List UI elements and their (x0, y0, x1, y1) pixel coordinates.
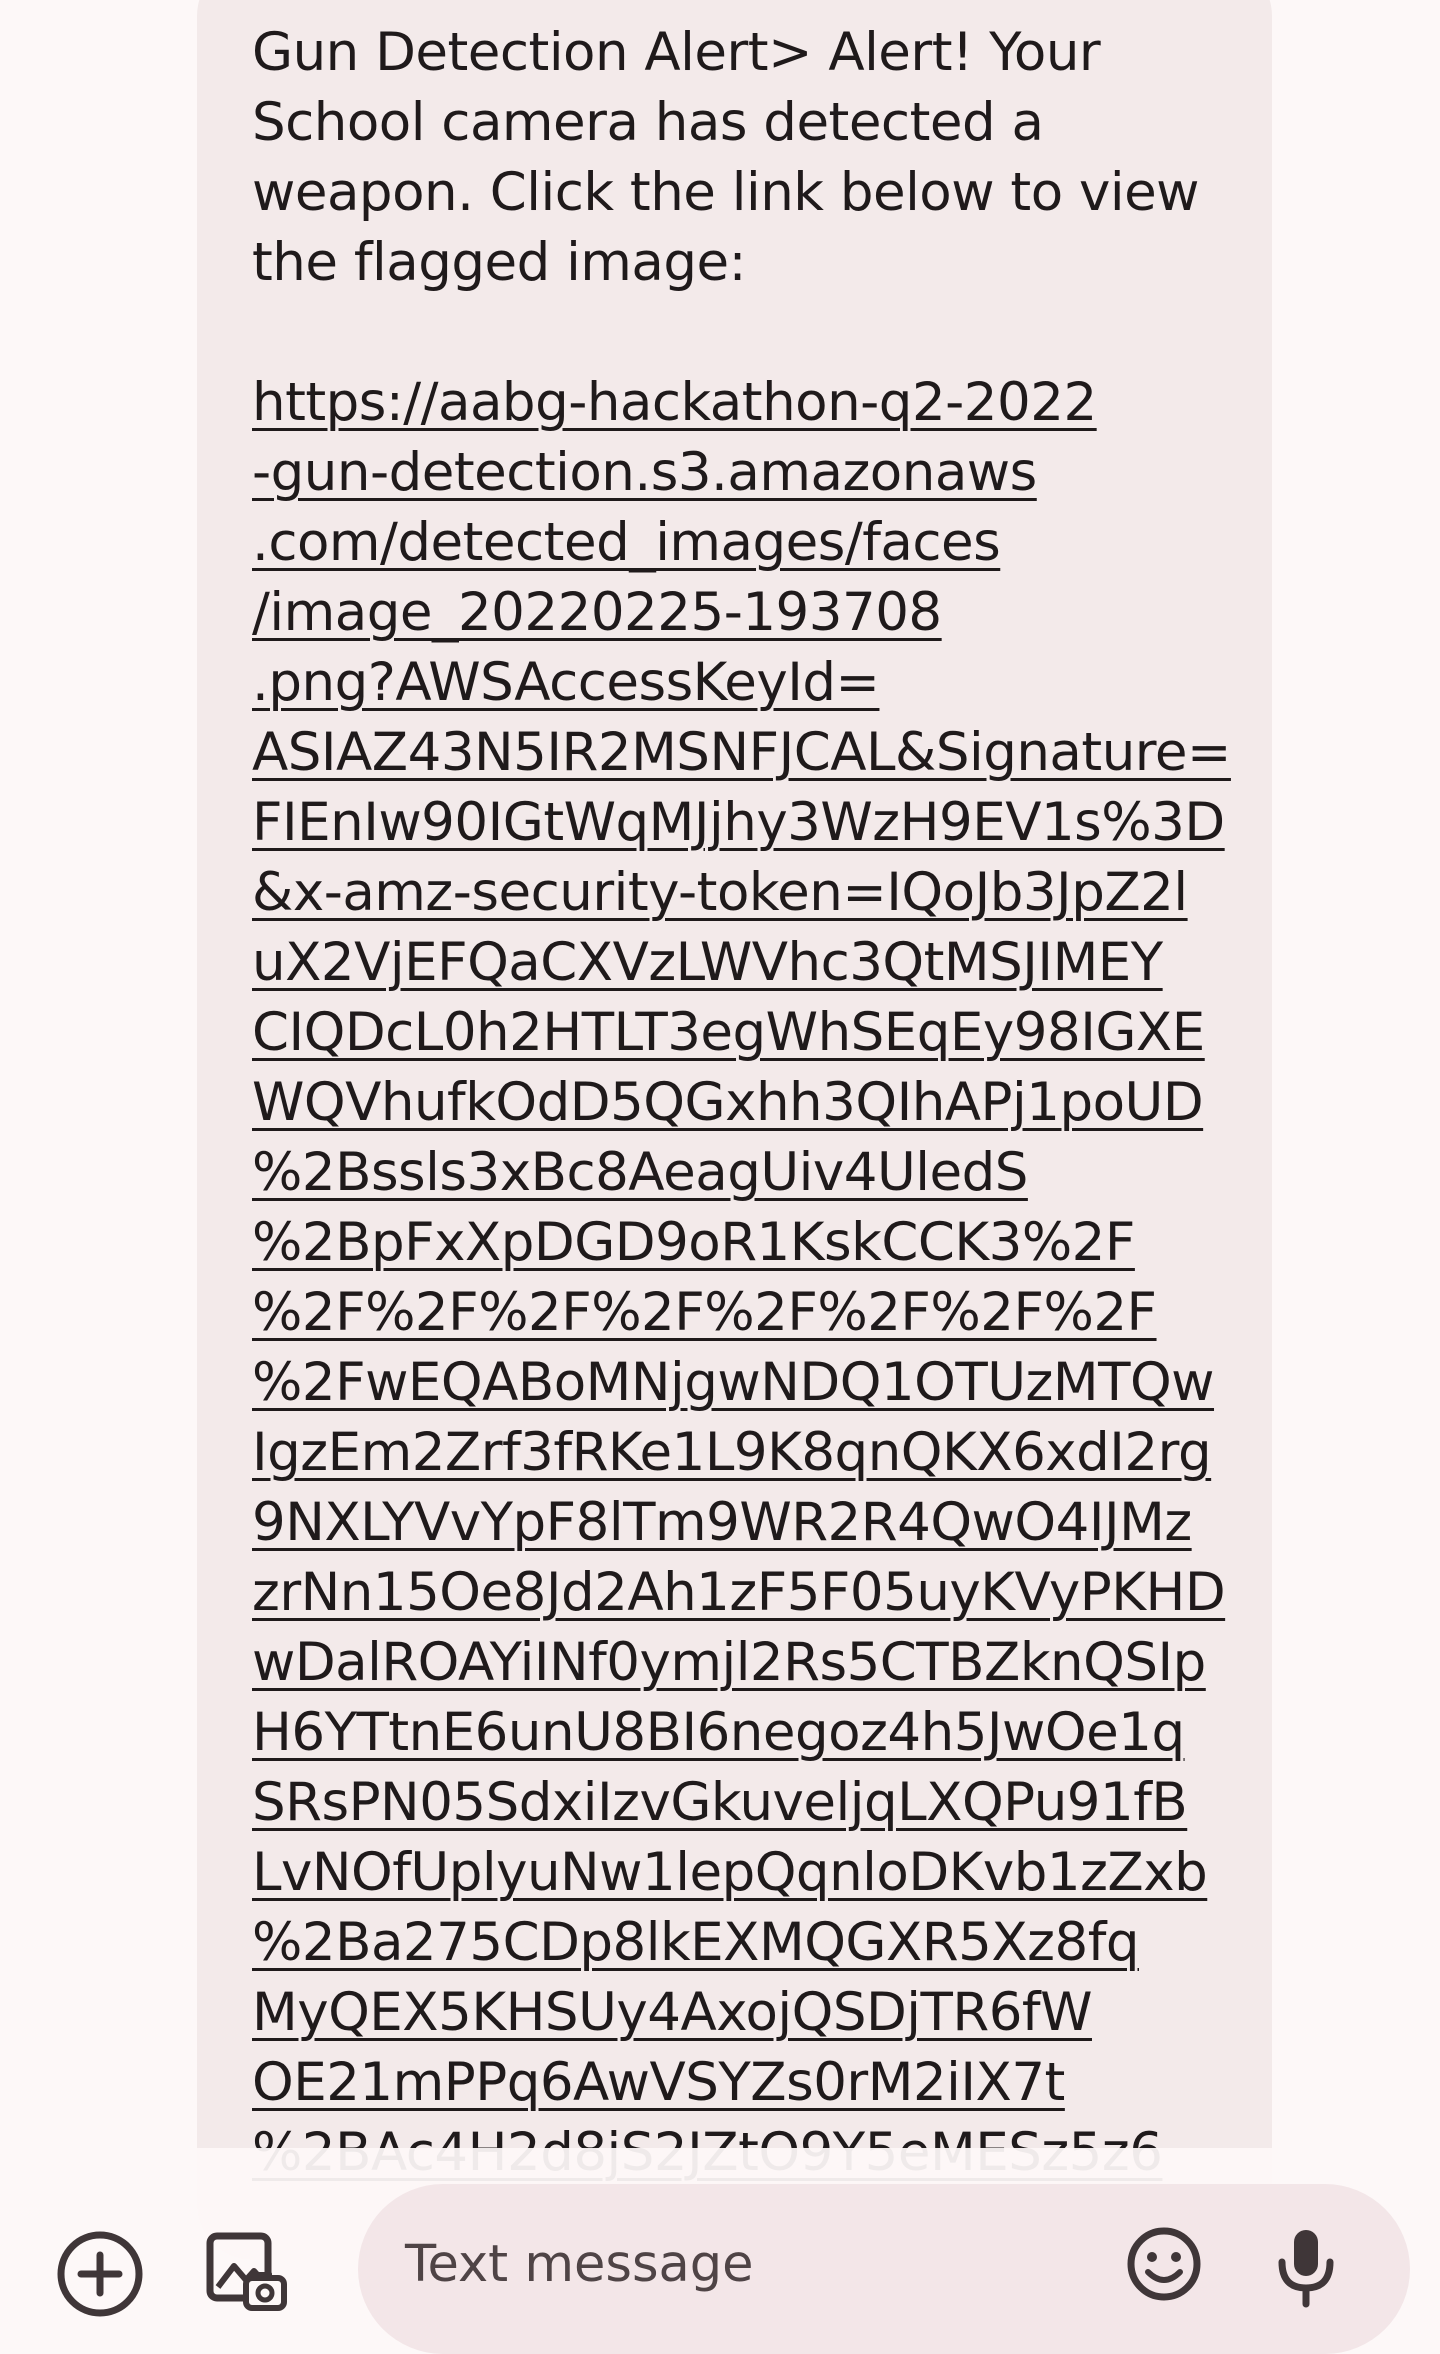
emoji-button[interactable] (1122, 2222, 1206, 2306)
message-link-line[interactable]: %2Bssls3xBc8AeagUiv4UledS (252, 1138, 1252, 1208)
message-text-line: Gun Detection Alert> Alert! Your (252, 22, 1101, 83)
message-link-line[interactable]: /image_20220225-193708 (252, 578, 1252, 648)
message-input-placeholder[interactable]: Text message (405, 2230, 754, 2300)
message-link-line[interactable]: -gun-detection.s3.amazonaws (252, 438, 1252, 508)
message-text-line: School camera has detected a (252, 92, 1044, 153)
incoming-message-bubble[interactable]: Gun Detection Alert> Alert! Your School … (197, 0, 1272, 2260)
message-link-line[interactable]: IgzEm2Zrf3fRKe1L9K8qnQKX6xdI2rg (252, 1418, 1252, 1488)
message-link-line[interactable]: OE21mPPq6AwVSYZs0rM2iIX7t (252, 2048, 1252, 2118)
message-text-line: the flagged image: (252, 232, 747, 293)
message-link-line[interactable]: %2F%2F%2F%2F%2F%2F%2F%2F (252, 1278, 1252, 1348)
emoji-icon (1122, 2222, 1206, 2306)
message-link-line[interactable]: wDalROAYiINf0ymjl2Rs5CTBZknQSIp (252, 1628, 1252, 1698)
message-link-line[interactable]: %2Ba275CDp8lkEXMQGXR5Xz8fq (252, 1908, 1252, 1978)
message-link-line[interactable]: &x-amz-security-token=IQoJb3JpZ2l (252, 858, 1252, 928)
message-link-line[interactable]: .com/detected_images/faces (252, 508, 1252, 578)
message-link-line[interactable]: ASIAZ43N5IR2MSNFJCAL&Signature= (252, 718, 1252, 788)
message-link-line[interactable]: H6YTtnE6unU8BI6negoz4h5JwOe1q (252, 1698, 1252, 1768)
microphone-icon (1258, 2218, 1354, 2314)
message-link-line[interactable]: 9NXLYVvYpF8lTm9WR2R4QwO4IJMz (252, 1488, 1252, 1558)
gallery-icon (198, 2222, 294, 2318)
message-link-line[interactable]: CIQDcL0h2HTLT3egWhSEqEy98IGXE (252, 998, 1252, 1068)
message-link-line[interactable]: LvNOfUplyuNw1lepQqnloDKvb1zZxb (252, 1838, 1252, 1908)
message-link-line[interactable]: MyQEX5KHSUy4AxojQSDjTR6fW (252, 1978, 1252, 2048)
gallery-button[interactable] (198, 2222, 294, 2318)
message-body: Gun Detection Alert> Alert! Your School … (252, 18, 1252, 2188)
message-link-line[interactable]: zrNn15Oe8Jd2Ah1zF5F05uyKVyPKHD (252, 1558, 1252, 1628)
message-link-line[interactable]: SRsPN05SdxiIzvGkuveljqLXQPu91fB (252, 1768, 1252, 1838)
message-link-line[interactable]: FIEnIw90IGtWqMJjhy3WzH9EV1s%3D (252, 788, 1252, 858)
message-thread[interactable]: Gun Detection Alert> Alert! Your School … (0, 0, 1440, 2341)
message-link-line[interactable]: %2FwEQABoMNjgwNDQ1OTUzMTQw (252, 1348, 1252, 1418)
voice-message-button[interactable] (1258, 2218, 1354, 2314)
message-link-line[interactable]: %2BpFxXpDGD9oR1KskCCK3%2F (252, 1208, 1252, 1278)
add-attachment-button[interactable] (52, 2226, 148, 2322)
message-link-line[interactable]: uX2VjEFQaCXVzLWVhc3QtMSJIMEY (252, 928, 1252, 998)
message-text-line: weapon. Click the link below to view (252, 162, 1200, 223)
add-circle-icon (52, 2226, 148, 2322)
message-line-break (252, 298, 1252, 368)
message-link-line[interactable]: https://aabg-hackathon-q2-2022 (252, 368, 1252, 438)
message-link-line[interactable]: .png?AWSAccessKeyId= (252, 648, 1252, 718)
message-link-line[interactable]: WQVhufkOdD5QGxhh3QIhAPj1poUD (252, 1068, 1252, 1138)
